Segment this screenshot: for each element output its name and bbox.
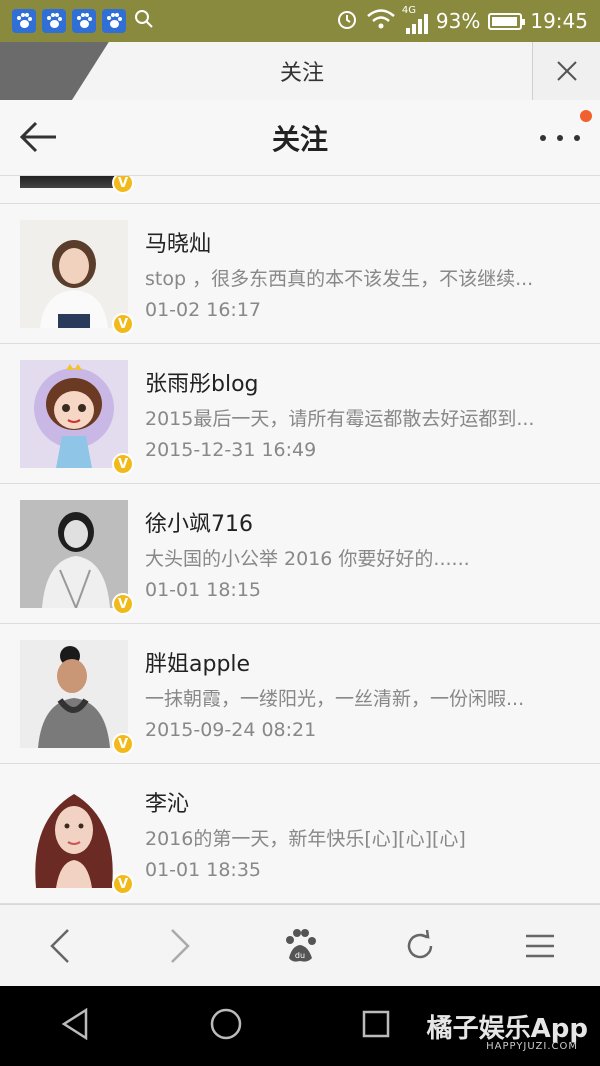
user-name: 徐小飒716 <box>145 512 253 537</box>
list-item[interactable]: V 李沁 2016的第一天，新年快乐[心][心][心] 01-01 18:35 <box>0 764 600 904</box>
avatar <box>20 780 128 888</box>
list-item[interactable]: V 徐小飒716 大头国的小公举 2016 你要好好的...... 01-01 … <box>0 484 600 624</box>
post-time: 2015-09-24 08:21 <box>145 719 317 741</box>
list-item-partial[interactable]: V <box>0 176 600 204</box>
nav-recents-button[interactable] <box>362 1010 390 1042</box>
hamburger-menu-icon <box>526 934 554 957</box>
active-tab[interactable]: 关注 <box>72 42 532 100</box>
clock: 19:45 <box>530 9 588 33</box>
verified-badge: V <box>112 593 134 615</box>
post-snippet: 大头国的小公举 2016 你要好好的...... <box>145 548 470 570</box>
forward-nav-button[interactable] <box>150 916 210 976</box>
nav-home-button[interactable] <box>209 1007 243 1045</box>
baidu-paw-icon: du <box>286 928 316 962</box>
browser-toolbar: du <box>0 904 600 986</box>
baidu-paw-icon <box>72 9 96 33</box>
more-dot <box>540 135 546 141</box>
menu-button[interactable] <box>510 916 570 976</box>
refresh-button[interactable] <box>390 916 450 976</box>
post-time: 2015-12-31 16:49 <box>145 439 317 461</box>
post-time: 01-02 16:17 <box>145 299 262 321</box>
status-bar: 4G 93% 19:45 <box>0 0 600 42</box>
refresh-icon <box>407 929 433 958</box>
battery-icon <box>488 12 526 30</box>
post-snippet: 一抹朝霞，一缕阳光，一丝清新，一份闲暇... <box>145 688 525 710</box>
post-snippet: stop ，很多东西真的本不该发生，不该继续... <box>145 268 534 290</box>
follow-list: V V 马晓灿 stop ，很多东西真的本不该发生，不该继续... 01-02 … <box>0 176 600 904</box>
network-type: 4G <box>401 5 417 16</box>
more-menu-button[interactable] <box>540 124 580 152</box>
verified-badge: V <box>112 733 134 755</box>
back-button[interactable] <box>18 120 58 158</box>
triangle-back-icon <box>61 1007 87 1041</box>
user-name: 马晓灿 <box>145 232 212 257</box>
post-snippet: 2016的第一天，新年快乐[心][心][心] <box>145 828 466 850</box>
verified-badge: V <box>112 313 134 335</box>
tab-title: 关注 <box>279 61 324 86</box>
wifi-icon <box>366 8 396 35</box>
notification-dot <box>580 110 592 122</box>
avatar <box>20 640 128 748</box>
post-time: 01-01 18:35 <box>145 859 262 881</box>
avatar <box>20 500 128 608</box>
baidu-paw-icon <box>42 9 66 33</box>
more-dot <box>557 135 563 141</box>
verified-badge: V <box>112 176 134 194</box>
user-name: 胖姐apple <box>145 652 251 677</box>
page-title: 关注 <box>271 122 328 156</box>
baidu-paw-icon <box>102 9 126 33</box>
arrow-left-icon <box>19 121 56 153</box>
nav-back-button[interactable] <box>60 1007 90 1044</box>
more-dot <box>574 135 580 141</box>
alarm-icon <box>336 8 358 35</box>
avatar <box>20 220 128 328</box>
list-item[interactable]: V 胖姐apple 一抹朝霞，一缕阳光，一丝清新，一份闲暇... 2015-09… <box>0 624 600 764</box>
baidu-paw-icon <box>12 9 36 33</box>
user-name: 张雨彤blog <box>145 372 259 397</box>
watermark: 橘子娱乐App <box>426 1014 588 1044</box>
close-icon <box>556 61 577 81</box>
page-header: 关注 <box>0 100 600 176</box>
browser-tab-bar: 关注 <box>0 42 600 100</box>
post-time: 01-01 18:15 <box>145 579 262 601</box>
list-item[interactable]: V 马晓灿 stop ，很多东西真的本不该发生，不该继续... 01-02 16… <box>0 204 600 344</box>
post-snippet: 2015最后一天，请所有霉运都散去好运都到... <box>145 408 535 430</box>
battery-percent: 93% <box>435 9 481 33</box>
svg-text:du: du <box>295 951 305 960</box>
chevron-left-icon <box>50 928 69 963</box>
back-nav-button[interactable] <box>30 916 90 976</box>
avatar <box>20 360 128 468</box>
close-tab-button[interactable] <box>532 42 600 100</box>
signal-icon: 4G <box>401 5 428 34</box>
square-recents-icon <box>363 1010 390 1038</box>
verified-badge: V <box>112 453 134 475</box>
notification-icons <box>12 9 126 33</box>
home-button[interactable]: du <box>270 916 330 976</box>
list-item[interactable]: V 张雨彤blog 2015最后一天，请所有霉运都散去好运都到... 2015-… <box>0 344 600 484</box>
search-icon <box>134 9 154 33</box>
verified-badge: V <box>112 873 134 895</box>
watermark-sub: HAPPYJUZI.COM <box>486 1041 578 1052</box>
circle-home-icon <box>210 1008 242 1040</box>
user-name: 李沁 <box>145 792 190 817</box>
chevron-right-icon <box>171 928 190 963</box>
